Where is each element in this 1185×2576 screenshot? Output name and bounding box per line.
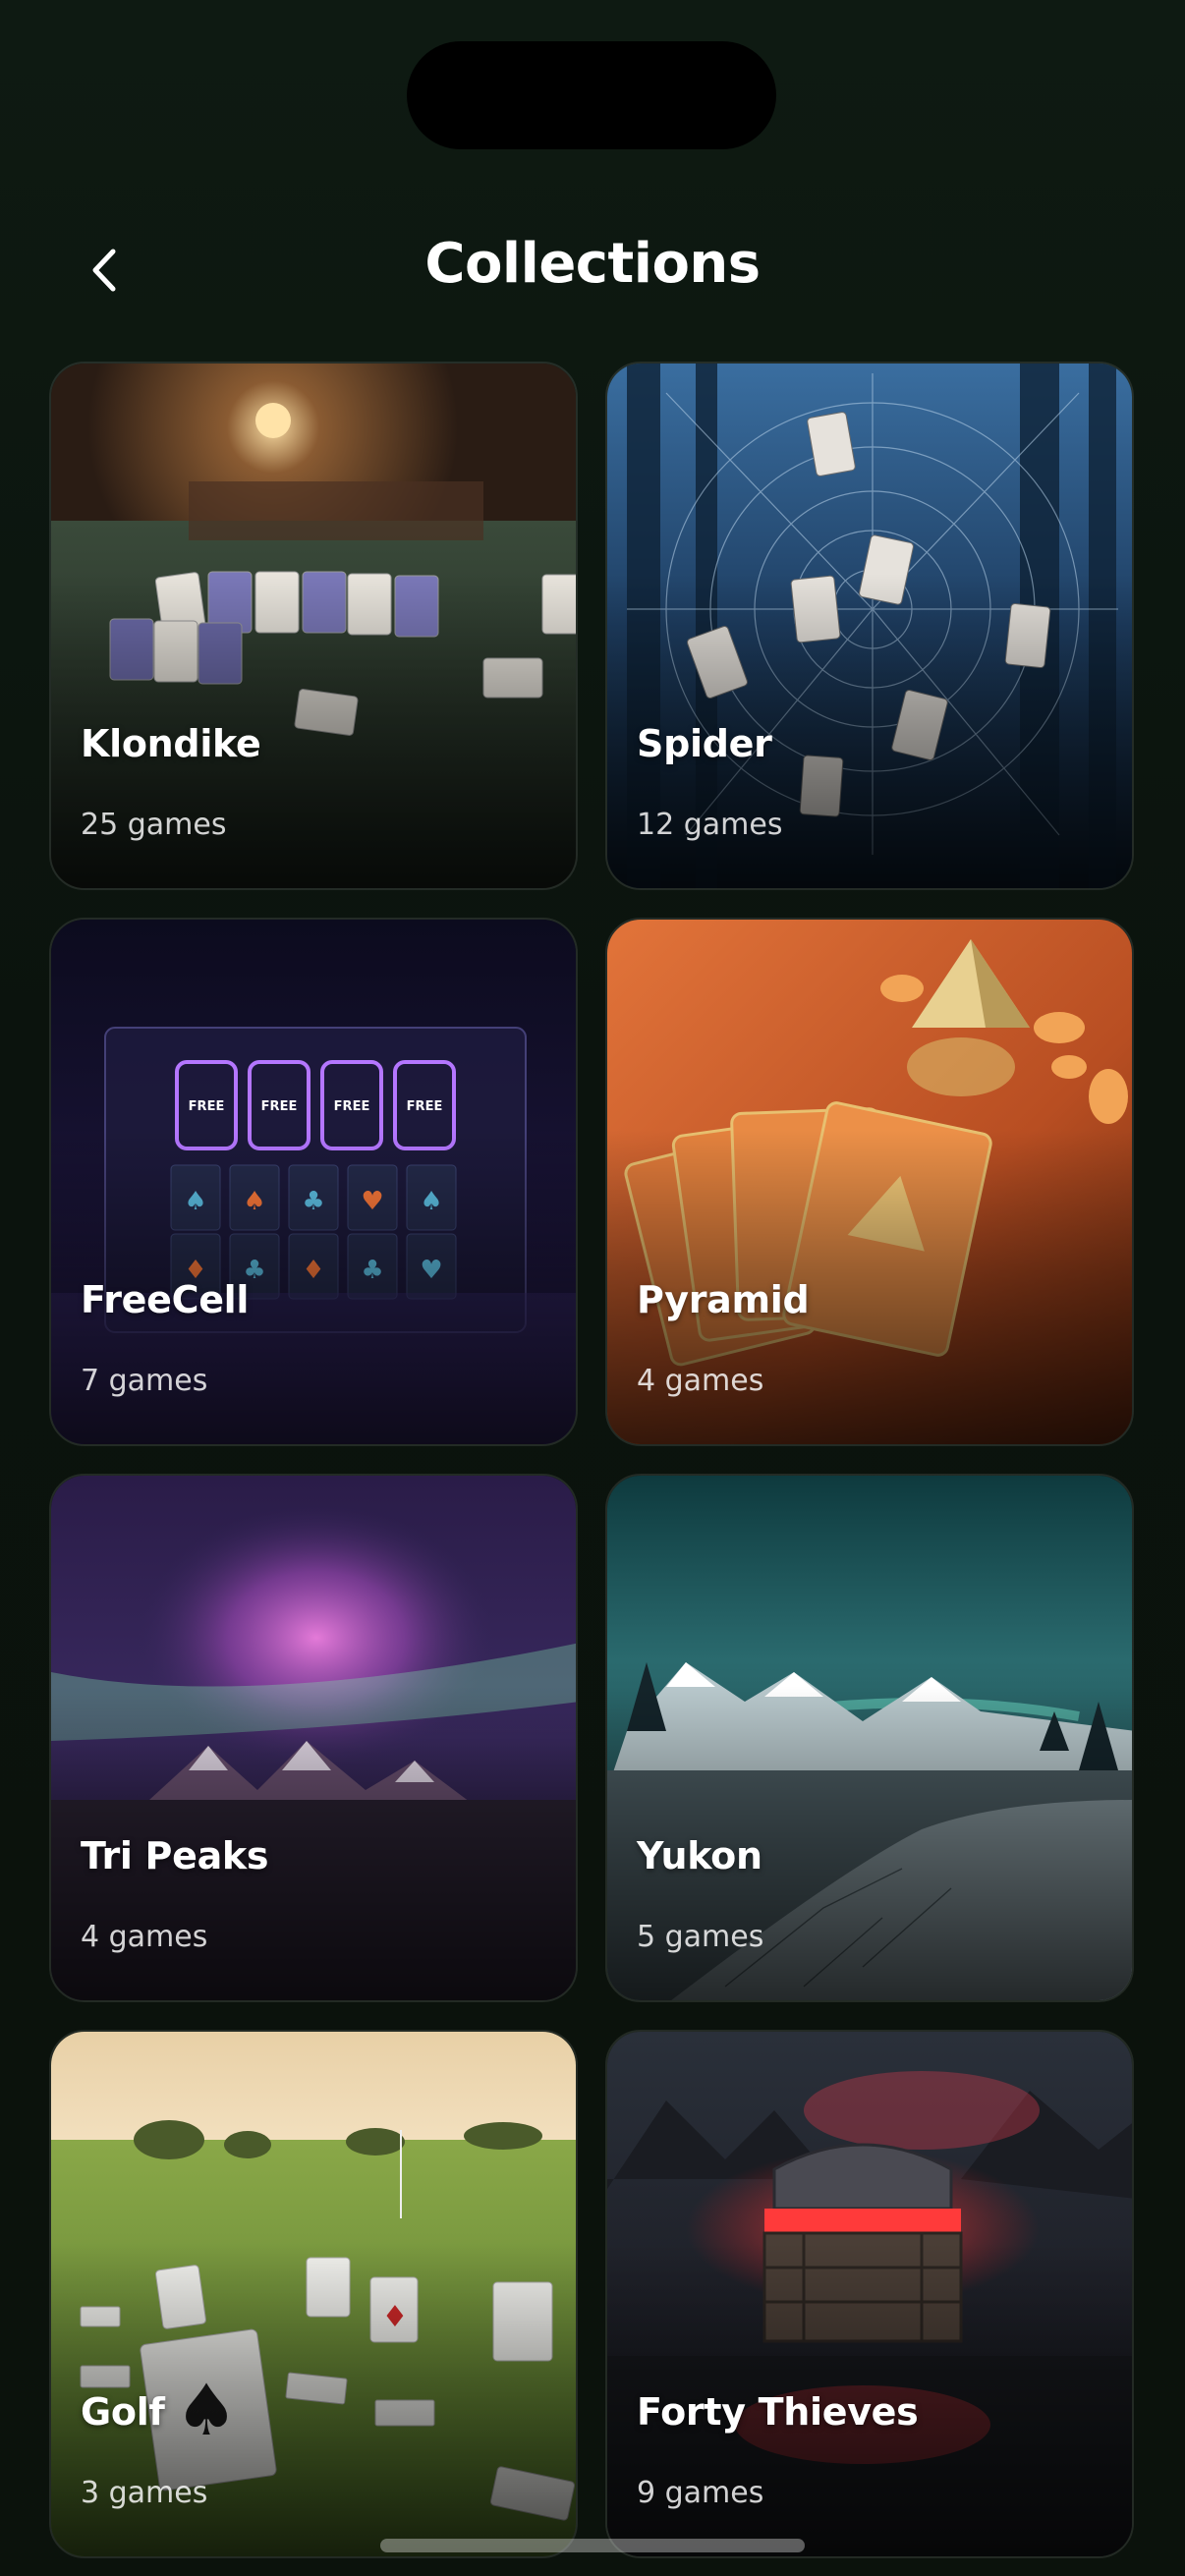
collection-name: Klondike bbox=[81, 722, 261, 765]
collection-count: 25 games bbox=[81, 808, 227, 842]
collection-card-forty-thieves[interactable]: Forty Thieves 9 games bbox=[605, 2030, 1134, 2558]
collection-card-klondike[interactable]: Klondike 25 games bbox=[49, 362, 578, 890]
collection-card-spider[interactable]: Spider 12 games bbox=[605, 362, 1134, 890]
collections-screen: Collections Klondike 25 games Spider 12 … bbox=[0, 0, 1185, 2576]
collection-count: 5 games bbox=[637, 1920, 764, 1954]
free-cell-label: FREE bbox=[189, 1099, 225, 1114]
collection-card-freecell[interactable]: FREE FREE FREE FREE FreeCell 7 games bbox=[49, 918, 578, 1446]
collection-name: Pyramid bbox=[637, 1278, 810, 1321]
collection-count: 7 games bbox=[81, 1364, 208, 1398]
collection-card-yukon[interactable]: Yukon 5 games bbox=[605, 1474, 1134, 2002]
collection-count: 12 games bbox=[637, 808, 783, 842]
free-cell-label: FREE bbox=[261, 1099, 298, 1114]
collection-name: Tri Peaks bbox=[81, 1834, 269, 1877]
collection-count: 3 games bbox=[81, 2476, 208, 2510]
collection-count: 4 games bbox=[637, 1364, 764, 1398]
home-indicator[interactable] bbox=[380, 2539, 805, 2552]
collection-count: 4 games bbox=[81, 1920, 208, 1954]
page-title: Collections bbox=[424, 232, 761, 296]
collection-card-pyramid[interactable]: Pyramid 4 games bbox=[605, 918, 1134, 1446]
collection-card-golf[interactable]: ♠ ♦ Golf 3 games bbox=[49, 2030, 578, 2558]
dynamic-island bbox=[407, 41, 776, 149]
free-cell-label: FREE bbox=[334, 1099, 370, 1114]
collection-card-tri-peaks[interactable]: Tri Peaks 4 games bbox=[49, 1474, 578, 2002]
collection-count: 9 games bbox=[637, 2476, 764, 2510]
collection-name: Golf bbox=[81, 2390, 165, 2434]
collection-name: FreeCell bbox=[81, 1278, 250, 1321]
collection-name: Spider bbox=[637, 722, 772, 765]
collection-name: Yukon bbox=[637, 1834, 762, 1877]
header: Collections bbox=[0, 218, 1185, 316]
free-cell-label: FREE bbox=[407, 1099, 443, 1114]
collection-name: Forty Thieves bbox=[637, 2390, 919, 2434]
